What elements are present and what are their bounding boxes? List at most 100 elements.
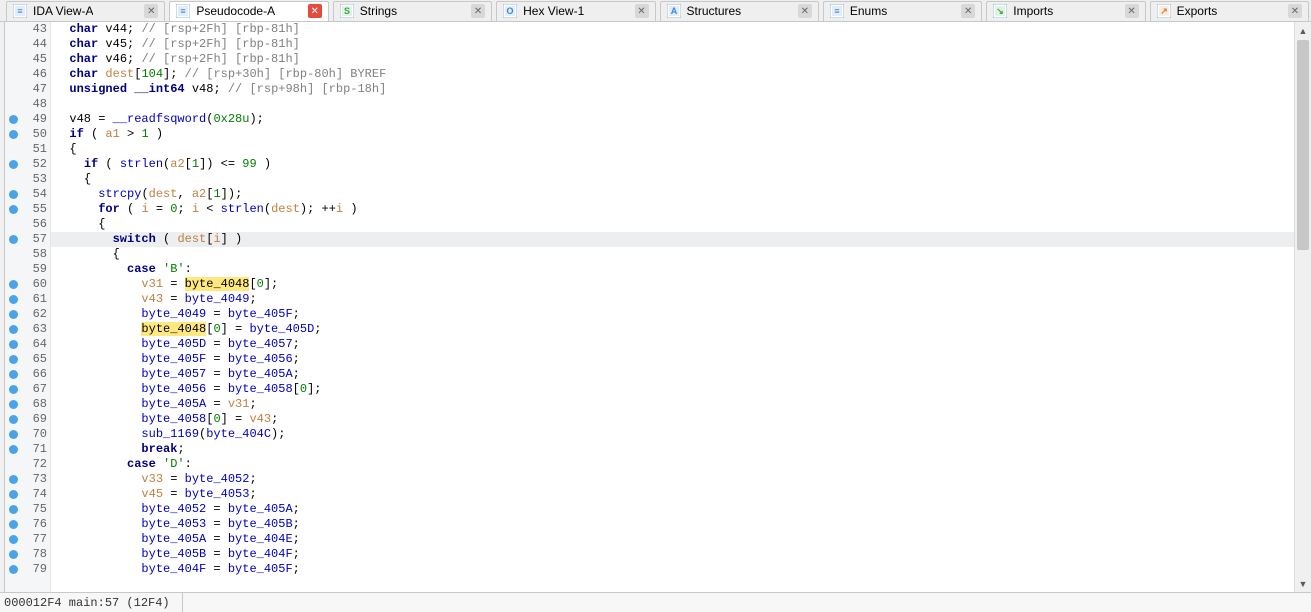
code-line[interactable]: byte_405F = byte_4056; — [55, 352, 1294, 367]
breakpoint-dot-icon[interactable] — [9, 295, 18, 304]
code-line[interactable]: { — [55, 142, 1294, 157]
scroll-thumb[interactable] — [1297, 40, 1309, 250]
code-line[interactable]: switch ( dest[i] ) — [51, 232, 1294, 247]
tab-enums[interactable]: ≡ Enums✕ — [823, 1, 982, 21]
code-line[interactable]: { — [55, 247, 1294, 262]
breakpoint-dot-icon[interactable] — [9, 430, 18, 439]
gutter-line[interactable]: 79 — [5, 562, 47, 577]
breakpoint-dot-icon[interactable] — [9, 550, 18, 559]
gutter-line[interactable]: 60 — [5, 277, 47, 292]
code-line[interactable]: v43 = byte_4049; — [55, 292, 1294, 307]
close-icon[interactable]: ✕ — [471, 4, 485, 18]
code-line[interactable]: v45 = byte_4053; — [55, 487, 1294, 502]
gutter-line[interactable]: 71 — [5, 442, 47, 457]
code-line[interactable]: if ( strlen(a2[1]) <= 99 ) — [55, 157, 1294, 172]
gutter-line[interactable]: 50 — [5, 127, 47, 142]
gutter-line[interactable]: 64 — [5, 337, 47, 352]
code-line[interactable]: byte_4056 = byte_4058[0]; — [55, 382, 1294, 397]
tab-imports[interactable]: ↘ Imports✕ — [986, 1, 1145, 21]
code-line[interactable]: byte_405D = byte_4057; — [55, 337, 1294, 352]
breakpoint-dot-icon[interactable] — [9, 190, 18, 199]
gutter-line[interactable]: 61 — [5, 292, 47, 307]
code-line[interactable]: byte_4053 = byte_405B; — [55, 517, 1294, 532]
code-line[interactable]: byte_4052 = byte_405A; — [55, 502, 1294, 517]
breakpoint-dot-icon[interactable] — [9, 205, 18, 214]
code-line[interactable]: sub_1169(byte_404C); — [55, 427, 1294, 442]
breakpoint-dot-icon[interactable] — [9, 520, 18, 529]
tab-structures[interactable]: A Structures✕ — [660, 1, 819, 21]
gutter-line[interactable]: 51 — [5, 142, 47, 157]
gutter-line[interactable]: 57 — [5, 232, 47, 247]
gutter-line[interactable]: 65 — [5, 352, 47, 367]
breakpoint-dot-icon[interactable] — [9, 535, 18, 544]
gutter-line[interactable]: 54 — [5, 187, 47, 202]
scroll-up-arrow[interactable]: ▲ — [1295, 22, 1311, 39]
gutter-line[interactable]: 45 — [5, 52, 47, 67]
code-line[interactable]: byte_4057 = byte_405A; — [55, 367, 1294, 382]
breakpoint-dot-icon[interactable] — [9, 340, 18, 349]
code-line[interactable]: v33 = byte_4052; — [55, 472, 1294, 487]
breakpoint-dot-icon[interactable] — [9, 235, 18, 244]
gutter-line[interactable]: 55 — [5, 202, 47, 217]
gutter-line[interactable]: 67 — [5, 382, 47, 397]
code-line[interactable]: byte_405A = v31; — [55, 397, 1294, 412]
code-line[interactable]: char v44; // [rsp+2Fh] [rbp-81h] — [55, 22, 1294, 37]
gutter-line[interactable]: 73 — [5, 472, 47, 487]
breakpoint-dot-icon[interactable] — [9, 310, 18, 319]
code-line[interactable]: strcpy(dest, a2[1]); — [55, 187, 1294, 202]
tab-hex-view-1[interactable]: O Hex View-1✕ — [496, 1, 655, 21]
tab-ida-view-a[interactable]: ≡ IDA View-A✕ — [6, 1, 165, 21]
gutter-line[interactable]: 43 — [5, 22, 47, 37]
code-view[interactable]: char v44; // [rsp+2Fh] [rbp-81h] char v4… — [51, 22, 1294, 592]
close-icon[interactable]: ✕ — [961, 4, 975, 18]
breakpoint-dot-icon[interactable] — [9, 445, 18, 454]
gutter-line[interactable]: 48 — [5, 97, 47, 112]
breakpoint-dot-icon[interactable] — [9, 505, 18, 514]
breakpoint-dot-icon[interactable] — [9, 475, 18, 484]
code-line[interactable]: v31 = byte_4048[0]; — [55, 277, 1294, 292]
vertical-scrollbar[interactable]: ▲ ▼ — [1294, 22, 1311, 592]
gutter-line[interactable]: 77 — [5, 532, 47, 547]
gutter-line[interactable]: 52 — [5, 157, 47, 172]
code-line[interactable]: v48 = __readfsqword(0x28u); — [55, 112, 1294, 127]
code-line[interactable]: byte_404F = byte_405F; — [55, 562, 1294, 577]
breakpoint-dot-icon[interactable] — [9, 355, 18, 364]
code-line[interactable]: char dest[104]; // [rsp+30h] [rbp-80h] B… — [55, 67, 1294, 82]
gutter-line[interactable]: 76 — [5, 517, 47, 532]
gutter-line[interactable]: 59 — [5, 262, 47, 277]
gutter-line[interactable]: 49 — [5, 112, 47, 127]
gutter-line[interactable]: 75 — [5, 502, 47, 517]
breakpoint-dot-icon[interactable] — [9, 325, 18, 334]
code-line[interactable]: { — [55, 217, 1294, 232]
gutter-line[interactable]: 69 — [5, 412, 47, 427]
breakpoint-dot-icon[interactable] — [9, 160, 18, 169]
tab-pseudocode-a[interactable]: ≡ Pseudocode-A✕ — [169, 1, 328, 21]
breakpoint-dot-icon[interactable] — [9, 415, 18, 424]
code-line[interactable]: byte_405B = byte_404F; — [55, 547, 1294, 562]
tab-exports[interactable]: ↗ Exports✕ — [1150, 1, 1309, 21]
gutter-line[interactable]: 58 — [5, 247, 47, 262]
code-line[interactable]: byte_4048[0] = byte_405D; — [55, 322, 1294, 337]
breakpoint-dot-icon[interactable] — [9, 565, 18, 574]
dock-edge-left[interactable] — [0, 22, 5, 592]
code-line[interactable]: char v45; // [rsp+2Fh] [rbp-81h] — [55, 37, 1294, 52]
code-line[interactable]: { — [55, 172, 1294, 187]
code-line[interactable]: for ( i = 0; i < strlen(dest); ++i ) — [55, 202, 1294, 217]
scroll-down-arrow[interactable]: ▼ — [1295, 575, 1311, 592]
gutter-line[interactable]: 56 — [5, 217, 47, 232]
gutter-line[interactable]: 47 — [5, 82, 47, 97]
gutter-line[interactable]: 74 — [5, 487, 47, 502]
gutter-line[interactable]: 46 — [5, 67, 47, 82]
gutter-line[interactable]: 72 — [5, 457, 47, 472]
breakpoint-dot-icon[interactable] — [9, 385, 18, 394]
close-icon[interactable]: ✕ — [1125, 4, 1139, 18]
code-line[interactable]: byte_4058[0] = v43; — [55, 412, 1294, 427]
gutter-line[interactable]: 70 — [5, 427, 47, 442]
code-line[interactable]: break; — [55, 442, 1294, 457]
close-icon[interactable]: ✕ — [798, 4, 812, 18]
gutter-line[interactable]: 68 — [5, 397, 47, 412]
code-line[interactable]: case 'D': — [55, 457, 1294, 472]
gutter-line[interactable]: 62 — [5, 307, 47, 322]
code-line[interactable]: unsigned __int64 v48; // [rsp+98h] [rbp-… — [55, 82, 1294, 97]
code-line[interactable] — [55, 97, 1294, 112]
